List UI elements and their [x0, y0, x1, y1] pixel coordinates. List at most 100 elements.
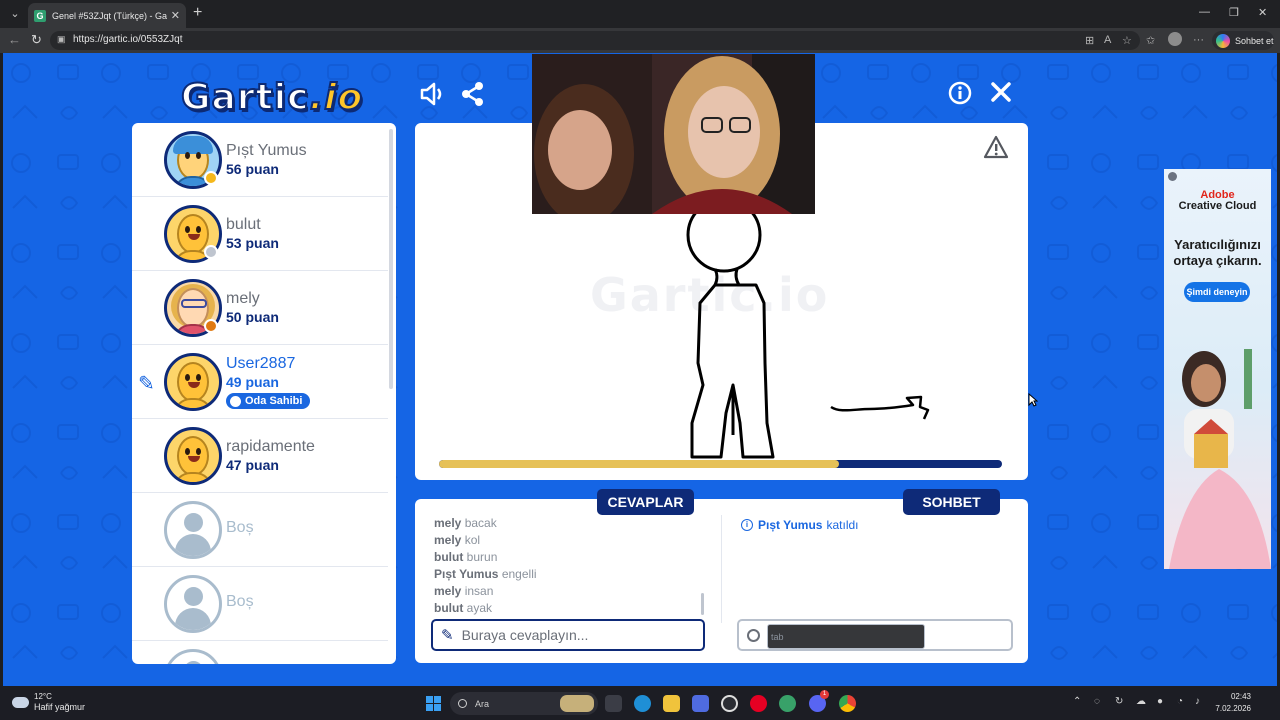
answer-input[interactable]: ✎ Buraya cevaplayın... — [431, 619, 705, 651]
player-avatar — [164, 353, 222, 411]
mouse-cursor-icon — [1028, 393, 1038, 407]
read-aloud-icon[interactable]: A — [1104, 34, 1111, 46]
answer-input-placeholder: Buraya cevaplayın... — [461, 627, 589, 643]
answers-list: mely bacak mely kol bulut burun Pıșt Yum… — [434, 515, 704, 617]
taskbar-search-label: Ara — [475, 698, 490, 709]
ad-choices-icon[interactable] — [1168, 172, 1177, 181]
empty-avatar-icon — [164, 575, 222, 633]
player-row[interactable]: bulut 53 puan — [132, 197, 388, 271]
file-explorer-icon[interactable] — [663, 695, 680, 712]
chatgpt-icon[interactable] — [721, 695, 738, 712]
answers-chat-panel: CEVAPLAR SOHBET mely bacak mely kol bulu… — [415, 489, 1028, 663]
answer-item: mely kol — [434, 533, 481, 547]
volume-icon[interactable]: ♪ — [1195, 696, 1200, 707]
player-row[interactable]: rapidamente 47 puan — [132, 419, 388, 493]
player-name: rapidamente — [226, 438, 315, 455]
ad-headline: Yaratıcılığınızı — [1174, 237, 1261, 252]
system-clock[interactable]: 02:43 7.02.2026 — [1213, 691, 1251, 715]
logo-text: Gartic — [180, 76, 310, 119]
empty-avatar-icon — [164, 649, 222, 664]
pinterest-icon[interactable] — [750, 695, 767, 712]
task-view-icon[interactable] — [605, 695, 622, 712]
sound-icon[interactable] — [419, 81, 445, 107]
chat-bubble-icon — [747, 628, 760, 642]
share-icon[interactable] — [461, 81, 485, 107]
back-icon[interactable]: ← — [8, 32, 21, 48]
refresh-icon[interactable]: ↻ — [31, 32, 42, 48]
adobe-ad-banner[interactable]: Adobe Creative Cloud Yaratıcılığınızı or… — [1164, 169, 1271, 569]
logo-suffix: io — [323, 76, 364, 119]
status-badge — [204, 319, 218, 333]
tray-sync-icon[interactable]: ↻ — [1115, 696, 1123, 707]
window-close-icon[interactable]: ✕ — [1258, 6, 1267, 19]
player-row[interactable]: Pıșt Yumus 56 puan — [132, 123, 388, 197]
empty-slot: Boș — [132, 493, 388, 567]
players-scrollbar[interactable] — [389, 129, 393, 389]
windows-taskbar: 12°C Hafif yağmur Ara 1 ⌃ ◌ ↻ ☁ ● ◔ ♪ 02… — [0, 686, 1280, 720]
weather-temp: 12°C — [34, 692, 52, 701]
restore-icon[interactable]: ❐ — [1229, 6, 1239, 19]
show-hidden-icons-icon[interactable]: ⌃ — [1073, 696, 1081, 707]
webcam-overlay — [532, 54, 815, 214]
onedrive-icon[interactable]: ☁ — [1136, 696, 1146, 707]
search-highlight-image — [560, 695, 594, 712]
tab-close-icon[interactable]: ✕ — [171, 9, 180, 22]
player-row[interactable]: mely 50 puan — [132, 271, 388, 345]
microphone-icon[interactable]: ● — [1157, 696, 1163, 707]
answer-item: mely insan — [434, 584, 494, 598]
wifi-icon[interactable]: ◔ — [1177, 696, 1183, 707]
minimize-icon[interactable]: — — [1199, 6, 1210, 18]
copilot-button[interactable]: Sohbet et — [1212, 31, 1274, 50]
address-bar-row: ← ↻ ▣ https://gartic.io/0553ZJqt ⊞ A ☆ ✩… — [0, 28, 1280, 53]
weather-widget[interactable]: 12°C Hafif yağmur — [12, 692, 85, 713]
round-timer-fill — [439, 460, 839, 468]
status-badge — [204, 171, 218, 185]
info-icon[interactable] — [948, 81, 972, 105]
empty-avatar-icon — [164, 501, 222, 559]
tray-app-icon[interactable]: ◌ — [1094, 696, 1100, 707]
chrome-icon[interactable] — [839, 695, 856, 712]
player-score: 50 puan — [226, 309, 279, 325]
windows-start-icon[interactable] — [426, 696, 441, 711]
tab-title: Genel #53ZJqt (Türkçe) - Gartic.io — [52, 10, 167, 21]
favorite-star-icon[interactable]: ☆ — [1122, 34, 1132, 47]
answer-item: Pıșt Yumus engelli — [434, 567, 537, 581]
gartic-logo: Gartic.io — [180, 76, 364, 119]
player-name: Pıșt Yumus — [226, 142, 307, 159]
drawing-pencil-icon: ✎ — [138, 373, 155, 395]
player-name: bulut — [226, 216, 261, 233]
url-text: https://gartic.io/0553ZJqt — [73, 34, 183, 45]
exit-close-icon[interactable] — [990, 81, 1012, 103]
chat-tab[interactable]: SOHBET — [903, 489, 1000, 515]
info-icon: i — [741, 519, 753, 531]
favorites-icon[interactable]: ✩ — [1146, 34, 1155, 47]
answers-tab[interactable]: CEVAPLAR — [597, 489, 694, 515]
app-available-icon[interactable]: ⊞ — [1085, 34, 1094, 47]
page-viewport: Gartic.io Pıșt Yumus 56 puan bulut 53 pu… — [3, 53, 1277, 686]
panel-divider — [721, 515, 722, 623]
chat-input[interactable]: Sohbet... tab — [737, 619, 1013, 651]
answer-item: bulut burun — [434, 550, 498, 564]
player-name: User2887 — [226, 355, 296, 372]
ad-illustration — [1169, 349, 1271, 569]
more-options-icon[interactable]: ··· — [1193, 34, 1204, 46]
browser-tab-active[interactable]: G Genel #53ZJqt (Türkçe) - Gartic.io ✕ — [28, 3, 186, 28]
clock-time: 02:43 — [1230, 692, 1251, 701]
player-row-current-drawer[interactable]: ✎ User2887 49 puan Oda Sahibi — [132, 345, 388, 419]
globe-app-icon[interactable] — [779, 695, 796, 712]
ad-cta-button[interactable]: Şimdi deneyin — [1184, 282, 1250, 302]
answer-item: mely bacak — [434, 516, 497, 530]
address-bar[interactable]: ▣ https://gartic.io/0553ZJqt — [50, 31, 1140, 50]
smiley-icon — [230, 395, 241, 407]
new-tab-button[interactable]: + — [193, 5, 202, 21]
edge-icon[interactable] — [634, 695, 651, 712]
store-icon[interactable] — [692, 695, 709, 712]
answers-scrollbar[interactable] — [701, 593, 704, 615]
tab-list-button[interactable]: ⌄ — [6, 5, 24, 23]
site-info-icon[interactable]: ▣ — [57, 34, 67, 46]
ad-headline-2: ortaya çıkarın. — [1173, 253, 1262, 268]
player-score: 49 puan — [226, 374, 279, 390]
profile-avatar-icon[interactable] — [1168, 32, 1182, 46]
round-timer-bar — [439, 460, 1002, 468]
taskbar-search[interactable]: Ara — [450, 692, 598, 715]
